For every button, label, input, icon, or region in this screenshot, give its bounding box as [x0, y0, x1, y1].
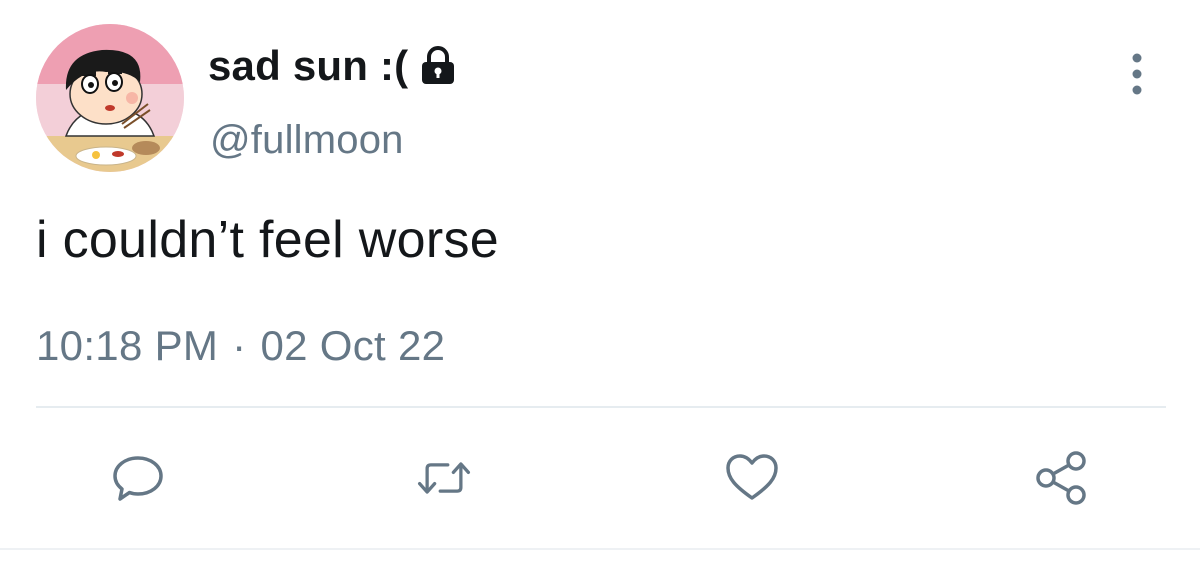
display-name[interactable]: sad sun :(: [208, 42, 408, 90]
divider: [36, 406, 1166, 408]
heart-icon: [726, 454, 778, 500]
lock-icon: [416, 44, 460, 88]
speech-bubble-icon: [113, 456, 163, 501]
tweet-time: 10:18 PM: [36, 322, 219, 369]
cartoon-avatar: [36, 24, 184, 172]
reply-button[interactable]: [108, 448, 168, 508]
user-handle[interactable]: @fullmoon: [210, 118, 404, 163]
retweet-icon: [417, 462, 471, 494]
share-icon: [1036, 451, 1086, 505]
tweet-date: 02 Oct 22: [260, 322, 446, 369]
tweet-text: i couldn’t feel worse: [36, 211, 499, 269]
more-vertical-icon[interactable]: [1122, 50, 1152, 98]
timestamp-separator: ·: [232, 322, 247, 369]
share-button[interactable]: [1032, 448, 1092, 508]
bottom-divider: [0, 548, 1200, 550]
tweet-card: sad sun :( @fullmoon i couldn’t feel wor…: [0, 0, 1200, 565]
avatar[interactable]: [36, 24, 184, 172]
timestamp[interactable]: 10:18 PM · 02 Oct 22: [36, 322, 445, 370]
display-name-row[interactable]: sad sun :(: [208, 40, 460, 92]
like-button[interactable]: [722, 448, 782, 508]
retweet-button[interactable]: [414, 448, 474, 508]
action-bar: [0, 448, 1200, 508]
